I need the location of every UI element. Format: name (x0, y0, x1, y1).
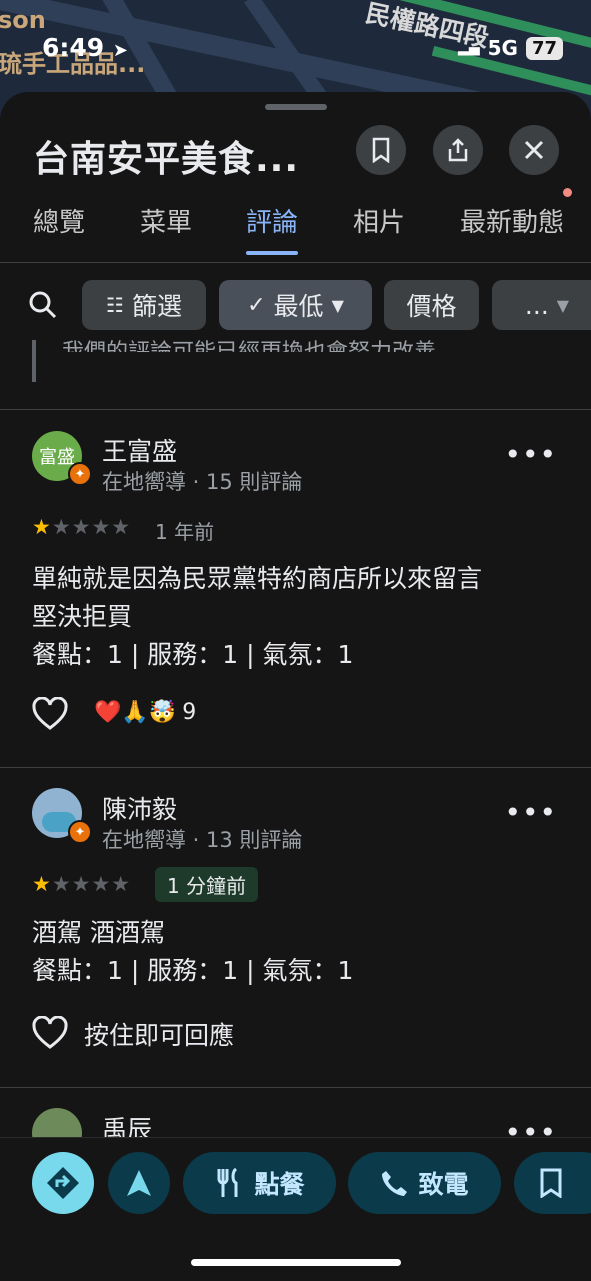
reaction-emojis: ❤️🙏🤯 (94, 700, 177, 725)
tab-updates-label: 最新動態 (460, 208, 565, 238)
review-time: 1 年前 (155, 520, 215, 544)
review-card: ✦ 陳沛毅 在地嚮導 · 13 則評論 ••• ★★★★★ 1 分鐘前 酒駕 酒… (0, 768, 591, 1086)
tab-menu[interactable]: 菜單 (140, 202, 192, 251)
time-text: 6:49 (42, 33, 105, 62)
like-button[interactable] (32, 1015, 68, 1050)
review-time-badge: 1 分鐘前 (155, 867, 259, 902)
dropdown-icon: ▼ (556, 295, 570, 315)
save-place-button[interactable] (514, 1152, 591, 1214)
quote-bar (32, 340, 36, 382)
network-label: 5G (487, 36, 518, 60)
share-button[interactable] (433, 125, 483, 175)
close-button[interactable] (509, 125, 559, 175)
start-navigation-button[interactable] (108, 1152, 170, 1214)
tab-reviews[interactable]: 評論 (246, 202, 299, 255)
call-label: 致電 (418, 1170, 469, 1199)
reaction-summary[interactable]: ❤️🙏🤯 9 (94, 700, 196, 725)
local-guide-badge-icon: ✦ (68, 462, 92, 486)
price-chip-label: 價格 (406, 292, 457, 321)
order-label: 點餐 (254, 1170, 305, 1199)
check-icon: ✓ (247, 292, 266, 318)
heart-icon (32, 696, 68, 730)
directions-button[interactable] (32, 1152, 94, 1214)
star-icon: ★ (32, 872, 52, 896)
reaction-count: 9 (182, 700, 197, 725)
status-indicators: ▂▄ 5G 77 (458, 36, 563, 60)
star-icon: ★ (32, 515, 52, 539)
map-poi-label: son (0, 6, 46, 34)
price-chip[interactable]: 價格 (384, 280, 479, 330)
dropdown-icon: ▼ (331, 295, 344, 315)
hold-to-react-hint: 按住即可回應 (84, 1021, 235, 1050)
tab-updates[interactable]: 最新動態 (460, 188, 573, 251)
sheet-grabber[interactable] (265, 104, 327, 110)
star-icon: ★★★★ (51, 872, 132, 896)
star-icon: ★★★★ (51, 515, 132, 539)
star-rating: ★★★★★ (32, 872, 131, 896)
share-icon (448, 138, 468, 162)
review-text-line: 酒駕 酒酒駕 (32, 918, 165, 947)
sort-chip-label: 最低 (273, 292, 324, 321)
filter-row: ☷ 篩選 ✓ 最低 ▼ 價格 ... ▼ (0, 280, 591, 332)
review-ratings-line: 餐點：1 | 服務：1 | 氣氛：1 (32, 640, 354, 669)
location-arrow-icon: ➤ (112, 40, 128, 61)
review-card: 禹辰 ••• (0, 1088, 591, 1137)
navigation-arrow-icon (127, 1170, 151, 1196)
sort-chip[interactable]: ✓ 最低 ▼ (219, 280, 372, 330)
tab-bar: 總覽 菜單 評論 相片 最新動態 (0, 188, 591, 263)
place-sheet: 台南安平美食... 總覽 菜單 評論 相片 最新動態 ☷ 篩選 ✓ 最低 ▼ 價… (0, 92, 591, 1280)
heart-icon (32, 1015, 68, 1049)
reviewer-name[interactable]: 禹辰 (102, 1110, 152, 1137)
review-card: 富盛 ✦ 王富盛 在地嚮導 · 15 則評論 ••• ★★★★★ 1 年前 單純… (0, 410, 591, 767)
tab-overview[interactable]: 總覽 (33, 202, 85, 251)
reviewer-meta: 在地嚮導 · 13 則評論 (102, 828, 303, 852)
battery-icon: 77 (525, 36, 563, 60)
call-button[interactable]: 致電 (348, 1152, 501, 1214)
previous-review-snippet: 我們的評論可能已經更換也會努力改善 (62, 334, 436, 352)
reviewer-name[interactable]: 王富盛 (102, 432, 177, 468)
more-options-icon[interactable]: ••• (504, 438, 557, 471)
filter-chip-label: 篩選 (131, 292, 182, 321)
tab-photos[interactable]: 相片 (353, 202, 405, 251)
close-icon (524, 140, 544, 160)
more-options-icon[interactable]: ••• (504, 1116, 557, 1137)
star-rating: ★★★★★ (32, 515, 131, 539)
phone-icon (382, 1171, 408, 1196)
sliders-icon: ☷ (106, 293, 124, 317)
more-options-icon[interactable]: ••• (504, 796, 557, 829)
reviewer-meta: 在地嚮導 · 15 則評論 (102, 470, 303, 494)
place-title: 台南安平美食... (33, 139, 300, 180)
more-chip[interactable]: ... ▼ (492, 280, 591, 330)
avatar[interactable] (32, 1108, 82, 1137)
signal-icon: ▂▄ (458, 40, 480, 56)
notification-dot (563, 188, 573, 197)
review-text-line: 堅決拒買 (32, 602, 133, 631)
save-button[interactable] (356, 125, 406, 175)
status-time: 6:49 ➤ (42, 33, 128, 62)
reviewer-name[interactable]: 陳沛毅 (102, 790, 177, 826)
local-guide-badge-icon: ✦ (68, 820, 92, 844)
order-button[interactable]: 點餐 (183, 1152, 336, 1214)
directions-icon (47, 1167, 79, 1199)
filter-chip[interactable]: ☷ 篩選 (82, 280, 206, 330)
review-text-line: 單純就是因為民眾黨特約商店所以來留言 (32, 564, 483, 593)
search-icon (29, 291, 57, 319)
more-chip-label: ... (524, 290, 549, 320)
utensils-icon (217, 1167, 238, 1197)
bookmark-icon (372, 137, 390, 163)
like-button[interactable] (32, 696, 68, 731)
home-indicator[interactable] (191, 1259, 401, 1266)
review-ratings-line: 餐點：1 | 服務：1 | 氣氛：1 (32, 956, 354, 985)
bookmark-icon (540, 1168, 562, 1198)
search-reviews-button[interactable] (28, 290, 58, 324)
